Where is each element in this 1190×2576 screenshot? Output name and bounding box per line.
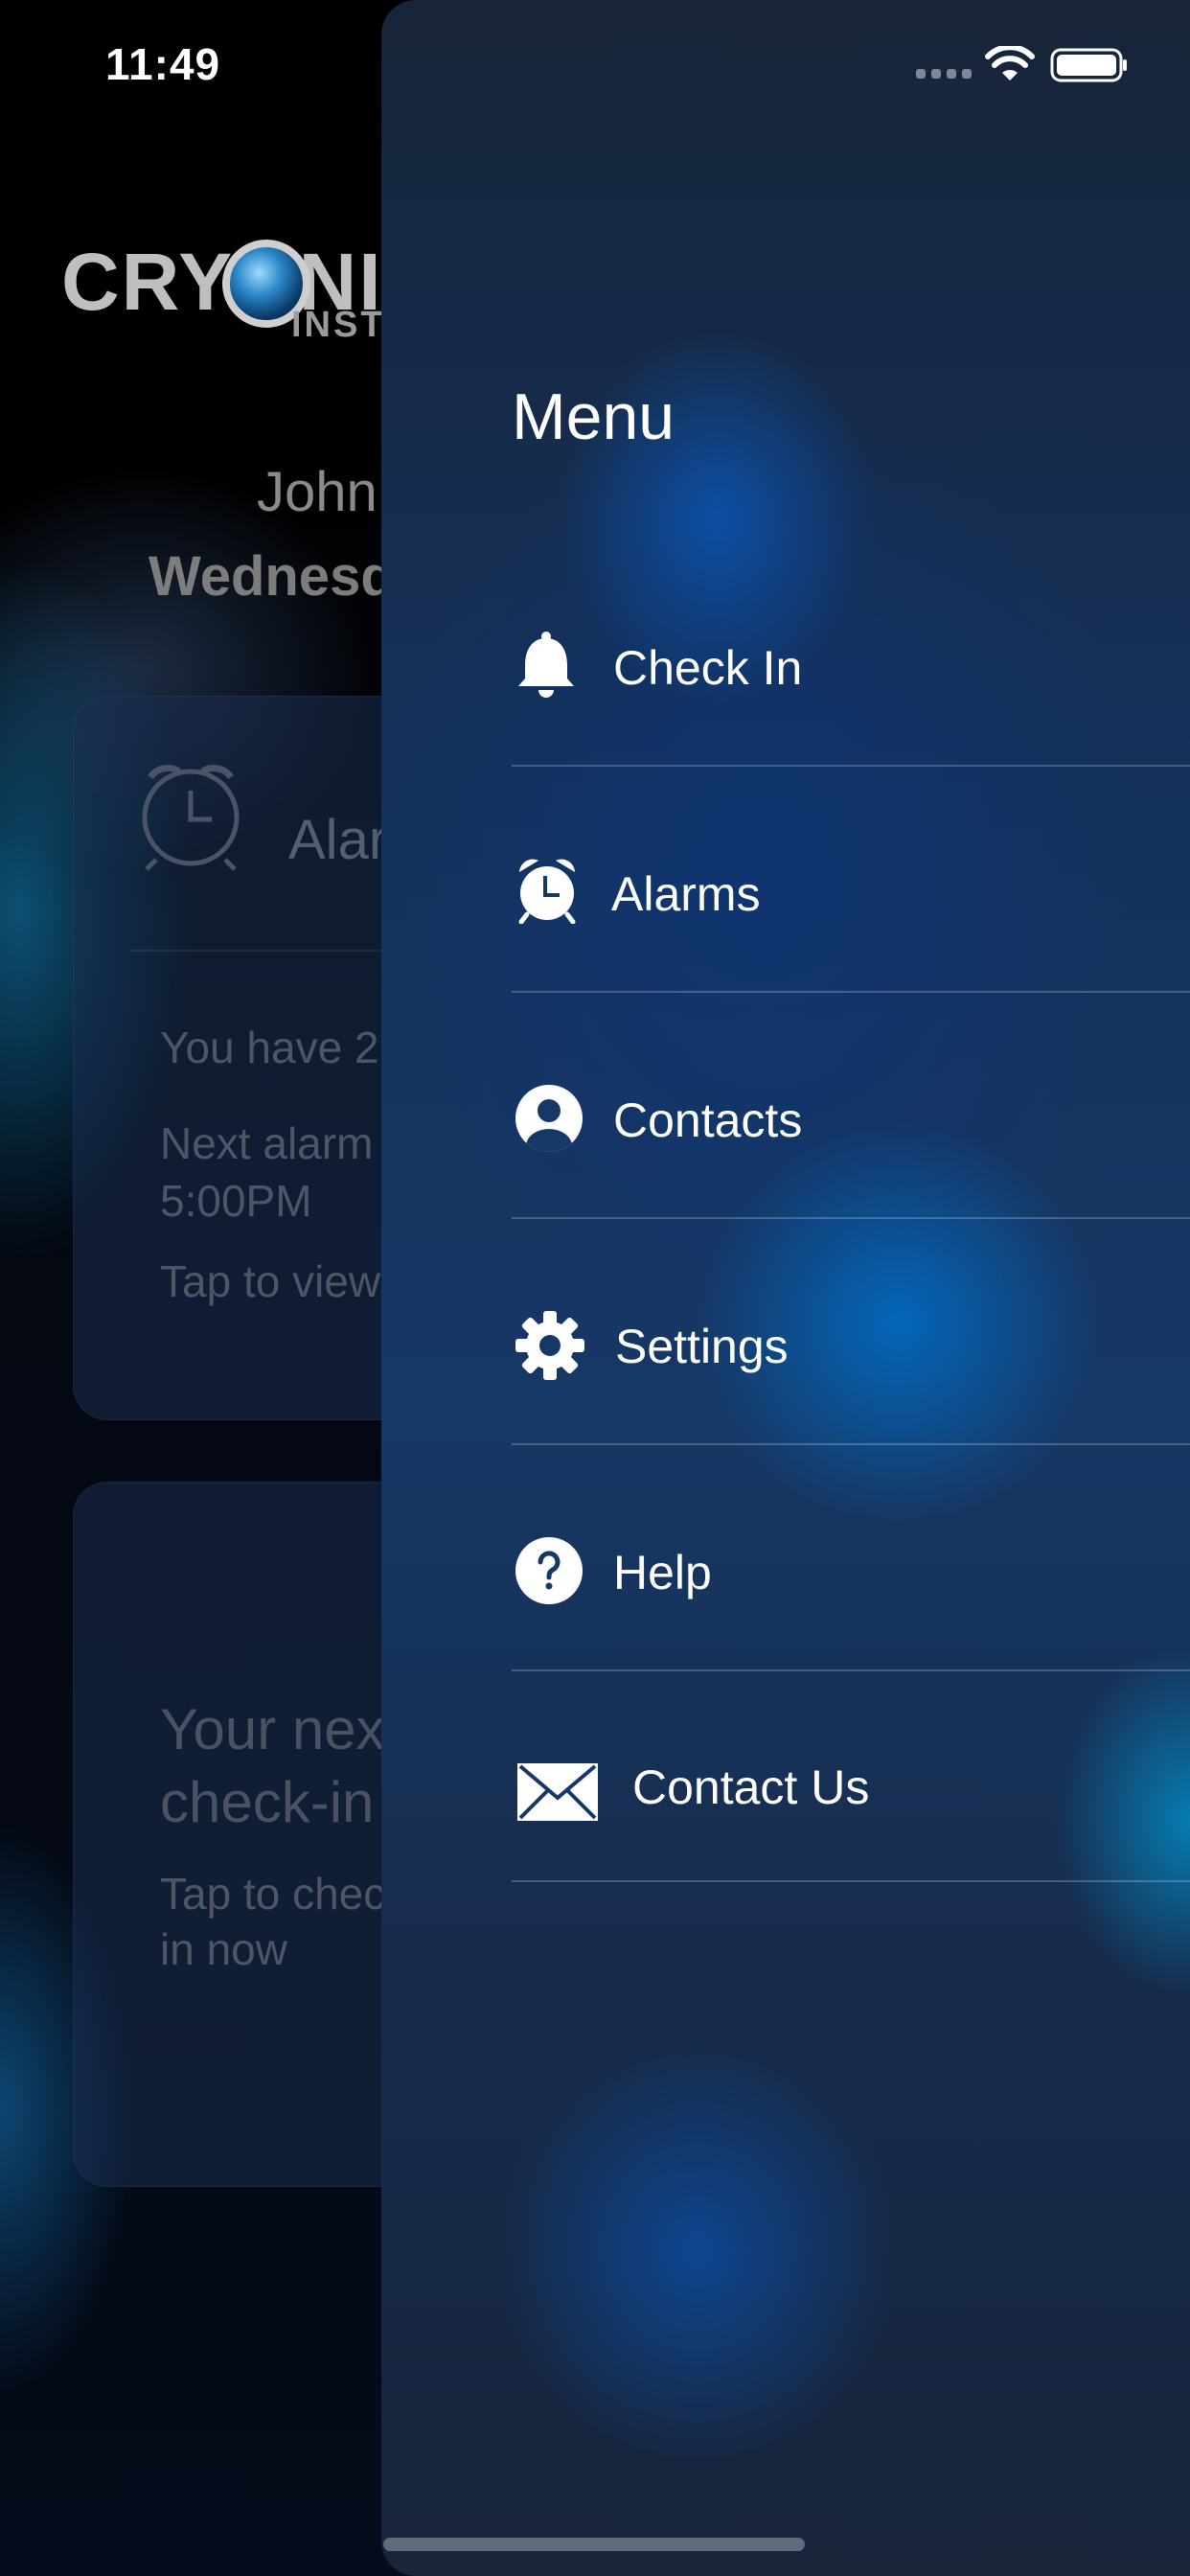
gear-icon (515, 1311, 584, 1380)
bell-icon (518, 632, 574, 698)
side-menu-drawer: Menu Check In Alarms Contacts Settings H… (381, 0, 1190, 2576)
user-name: John (257, 461, 378, 523)
signal-dots-icon (916, 69, 972, 79)
menu-item-label: Help (613, 1546, 712, 1599)
menu-item-label: Check In (613, 641, 803, 695)
status-icons (916, 44, 1142, 82)
status-time: 11:49 (105, 39, 221, 89)
next-checkin-line2: check-in (160, 1770, 375, 1834)
next-alarm-time: 5:00PM (160, 1176, 312, 1226)
menu-divider (512, 1880, 1190, 1882)
menu-title: Menu (512, 380, 675, 453)
menu-item-alarms[interactable]: Alarms (512, 767, 1190, 993)
question-circle-icon (515, 1537, 583, 1604)
menu-item-check-in[interactable]: Check In (512, 540, 1190, 767)
menu-item-label: Alarms (611, 867, 761, 921)
checkin-tap-hint: Tap to check in now (160, 1866, 407, 1977)
menu-item-label: Settings (615, 1320, 789, 1373)
alarms-tap-hint: Tap to view (160, 1256, 381, 1306)
wifi-icon (985, 46, 1035, 80)
home-indicator[interactable] (383, 2538, 805, 2551)
menu-item-help[interactable]: Help (512, 1445, 1190, 1671)
next-checkin-text: Your next check-in (160, 1693, 400, 1839)
menu-item-contacts[interactable]: Contacts (512, 993, 1190, 1219)
menu-item-settings[interactable]: Settings (512, 1219, 1190, 1445)
battery-icon (1050, 48, 1127, 82)
menu-item-contact-us[interactable]: Contact Us (512, 1671, 1190, 1882)
next-alarm-label: Next alarm (160, 1118, 374, 1168)
checkin-tap-line2: in now (160, 1924, 287, 1974)
checkin-tap-line1: Tap to check (160, 1869, 408, 1919)
alarm-clock-icon (142, 765, 240, 871)
alarm-clock-icon (518, 859, 576, 924)
next-checkin-line1: Your next (160, 1697, 401, 1761)
alarms-summary: You have 2 (160, 1023, 379, 1072)
person-circle-icon (515, 1085, 583, 1152)
cryonics-logo: CRYONICS INSTITUTE (61, 240, 502, 347)
menu-item-label: Contact Us (632, 1760, 870, 1814)
menu-item-label: Contacts (613, 1093, 803, 1147)
envelope-icon (517, 1763, 598, 1821)
